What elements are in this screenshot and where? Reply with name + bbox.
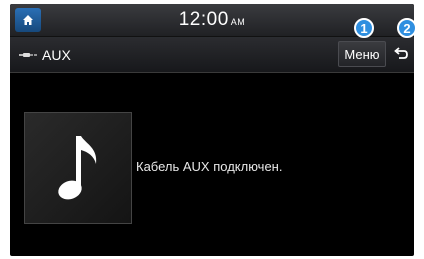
back-arrow-icon	[394, 47, 408, 59]
source-label: AUX	[42, 47, 71, 63]
title-bar: AUX Меню	[10, 37, 414, 73]
clock-ampm: AM	[230, 17, 246, 27]
album-art	[24, 112, 132, 224]
aux-cable-icon	[19, 53, 37, 57]
menu-button-label: Меню	[344, 46, 380, 62]
status-bar: 12:00 AM	[10, 4, 414, 37]
status-message: Кабель AUX подключен.	[136, 159, 283, 174]
callout-1: 1	[354, 18, 374, 38]
menu-button[interactable]: Меню	[338, 41, 386, 67]
callout-2: 2	[397, 18, 417, 38]
back-button[interactable]	[390, 41, 412, 67]
head-unit-screen: 12:00 AM AUX Меню Кабель AUX подключен.	[10, 4, 414, 256]
music-note-icon	[58, 136, 97, 200]
clock-time: 12:00	[178, 9, 229, 30]
source-title: AUX	[18, 47, 71, 63]
